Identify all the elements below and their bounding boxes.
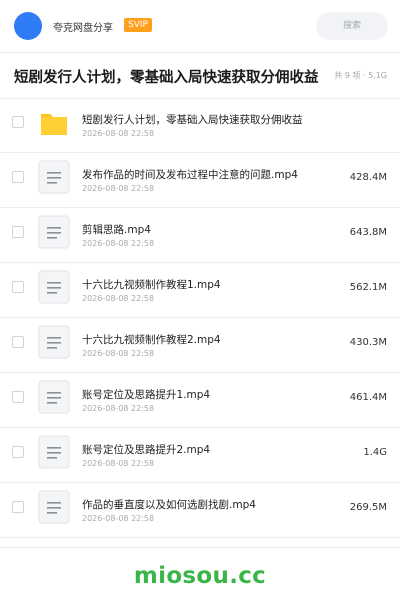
file-size: 1.4G: [363, 447, 387, 458]
file-name: 剪辑思路.mp4: [82, 224, 151, 236]
avatar[interactable]: [14, 12, 42, 40]
top-bar: 夸克网盘分享 SVIP: [0, 0, 400, 53]
list-item[interactable]: 短剧发行人计划，零基础入局快速获取分佣收益 2026-08-08 22:58: [0, 98, 400, 153]
share-header: 短剧发行人计划，零基础入局快速获取分佣收益 共 9 项 · 5.1G: [0, 52, 400, 99]
file-name: 账号定位及思路提升1.mp4: [82, 389, 211, 401]
svip-badge: SVIP: [124, 18, 152, 32]
file-name: 十六比九视频制作教程2.mp4: [82, 334, 221, 346]
row-checkbox[interactable]: [12, 116, 24, 128]
file-size: 643.8M: [349, 227, 387, 238]
file-size: 269.5M: [349, 502, 387, 513]
file-date: 2026-08-08 22:58: [82, 404, 155, 413]
document-icon: [38, 215, 70, 249]
row-checkbox[interactable]: [12, 281, 24, 293]
list-item[interactable]: 发布作品的时间及发布过程中注意的问题.mp4 2026-08-08 22:58 …: [0, 153, 400, 208]
document-icon: [38, 160, 70, 194]
site-name: 夸克网盘分享: [53, 23, 113, 34]
file-date: 2026-08-08 22:58: [82, 239, 155, 248]
row-checkbox[interactable]: [12, 226, 24, 238]
row-checkbox[interactable]: [12, 446, 24, 458]
file-date: 2026-08-08 22:58: [82, 294, 155, 303]
file-size: 428.4M: [349, 172, 387, 183]
file-date: 2026-08-08 22:58: [82, 349, 155, 358]
row-checkbox[interactable]: [12, 171, 24, 183]
list-item[interactable]: 十六比九视频制作教程2.mp4 2026-08-08 22:58 430.3M: [0, 318, 400, 373]
file-date: 2026-08-08 22:58: [82, 184, 155, 193]
folder-icon: [38, 105, 70, 139]
file-size: 562.1M: [349, 282, 387, 293]
page-title: 短剧发行人计划，零基础入局快速获取分佣收益: [14, 70, 319, 86]
divider: [0, 547, 400, 548]
watermark: miosou.cc: [133, 563, 267, 589]
file-date: 2026-08-08 22:58: [82, 459, 155, 468]
list-item[interactable]: 作品的垂直度以及如何选剧找剧.mp4 2026-08-08 22:58 269.…: [0, 483, 400, 538]
document-icon: [38, 325, 70, 359]
list-item[interactable]: 账号定位及思路提升1.mp4 2026-08-08 22:58 461.4M: [0, 373, 400, 428]
file-date: 2026-08-08 22:58: [82, 514, 155, 523]
row-checkbox[interactable]: [12, 391, 24, 403]
file-size: 461.4M: [349, 392, 387, 403]
row-checkbox[interactable]: [12, 336, 24, 348]
file-list: 短剧发行人计划，零基础入局快速获取分佣收益 2026-08-08 22:58 发…: [0, 98, 400, 538]
row-checkbox[interactable]: [12, 501, 24, 513]
search-input[interactable]: [316, 12, 388, 40]
share-meta: 共 9 项 · 5.1G: [334, 71, 387, 80]
file-name: 发布作品的时间及发布过程中注意的问题.mp4: [82, 169, 298, 181]
file-name: 十六比九视频制作教程1.mp4: [82, 279, 221, 291]
document-icon: [38, 490, 70, 524]
document-icon: [38, 380, 70, 414]
list-item[interactable]: 十六比九视频制作教程1.mp4 2026-08-08 22:58 562.1M: [0, 263, 400, 318]
file-name: 作品的垂直度以及如何选剧找剧.mp4: [82, 499, 256, 511]
document-icon: [38, 270, 70, 304]
file-name: 账号定位及思路提升2.mp4: [82, 444, 211, 456]
document-icon: [38, 435, 70, 469]
list-item[interactable]: 账号定位及思路提升2.mp4 2026-08-08 22:58 1.4G: [0, 428, 400, 483]
file-date: 2026-08-08 22:58: [82, 129, 155, 138]
file-size: 430.3M: [349, 337, 387, 348]
file-name: 短剧发行人计划，零基础入局快速获取分佣收益: [82, 114, 303, 126]
list-item[interactable]: 剪辑思路.mp4 2026-08-08 22:58 643.8M: [0, 208, 400, 263]
